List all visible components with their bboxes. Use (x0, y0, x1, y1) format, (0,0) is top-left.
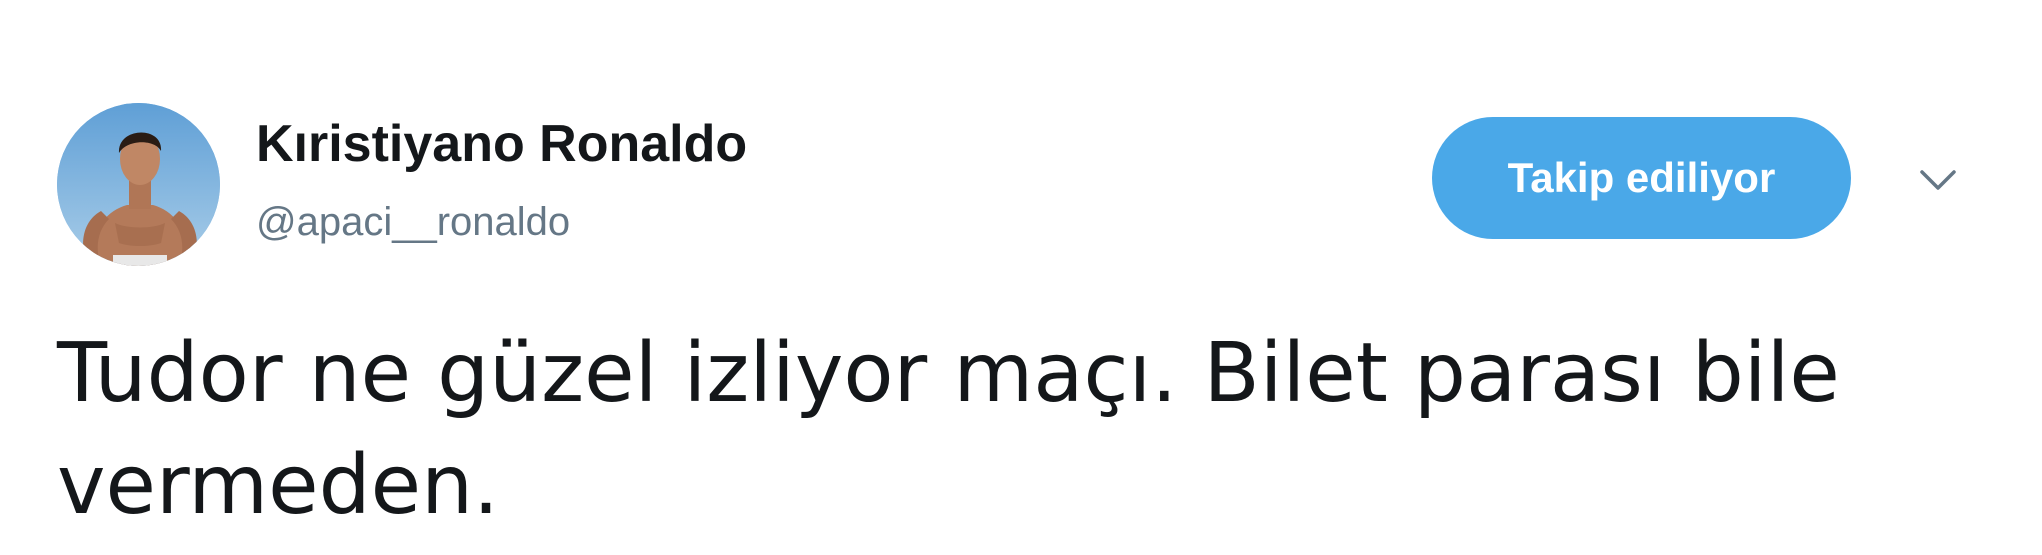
tweet-card: Kıristiyano Ronaldo @apaci__ronaldo Taki… (0, 0, 2042, 555)
following-button-label: Takip ediliyor (1507, 154, 1776, 201)
author-handle[interactable]: @apaci__ronaldo (256, 196, 570, 248)
avatar-image (57, 103, 220, 266)
avatar[interactable] (57, 103, 220, 266)
author-display-name[interactable]: Kıristiyano Ronaldo (256, 112, 747, 176)
tweet-text: Tudor ne güzel izliyor maçı. Bilet paras… (57, 326, 1840, 533)
tweet-menu-button[interactable] (1910, 160, 1966, 200)
chevron-down-icon (1920, 170, 1956, 190)
following-button[interactable]: Takip ediliyor (1432, 117, 1851, 239)
